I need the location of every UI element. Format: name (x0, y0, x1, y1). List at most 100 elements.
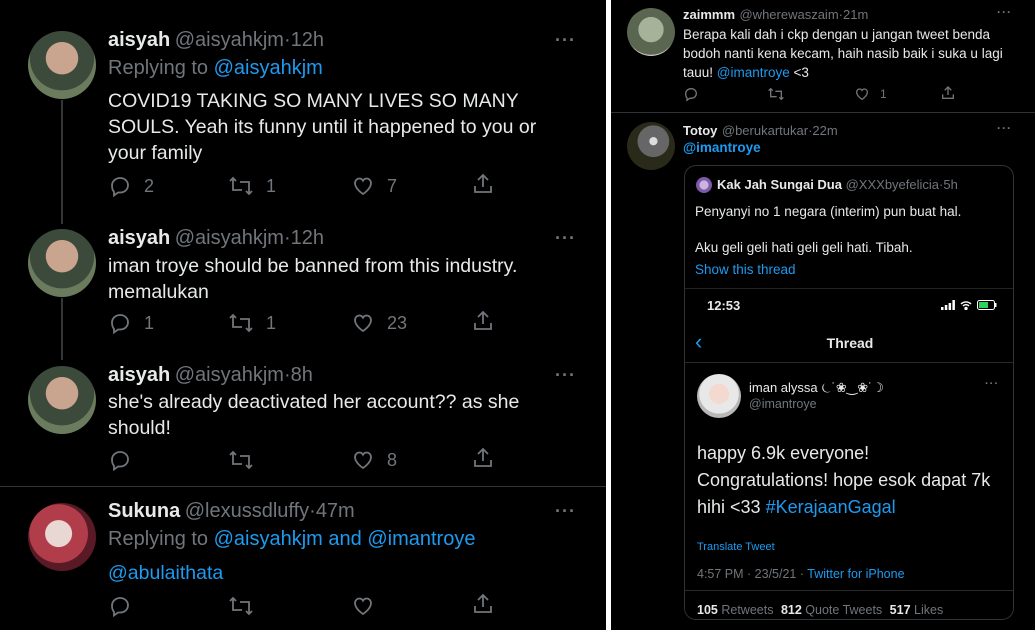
tweet-time[interactable]: 8h (291, 364, 313, 386)
user-handle[interactable]: @aisyahkjm (175, 29, 284, 51)
mention-link[interactable]: @abulaithata (108, 560, 223, 586)
share-icon (942, 86, 954, 99)
quoted-tweet[interactable]: Kak Jah Sungai Dua @XXXbyefelicia·5h Pen… (684, 165, 1014, 620)
more-options-icon[interactable]: ··· (985, 378, 999, 390)
share-button[interactable] (940, 85, 956, 101)
reply-button[interactable] (108, 594, 132, 618)
like-button[interactable]: 1 (854, 86, 887, 102)
tweet[interactable]: zaimmm @wherewaszaim·21m ··· Berapa kali… (611, 0, 1035, 112)
reply-button[interactable]: 1 (108, 311, 154, 335)
share-button[interactable] (471, 592, 495, 616)
avatar[interactable] (697, 374, 741, 418)
mention-link[interactable]: @imantroye (367, 528, 475, 550)
retweet-button[interactable] (228, 594, 254, 618)
display-name[interactable]: Sukuna (108, 500, 180, 522)
signal-icon (941, 300, 955, 310)
user-handle[interactable]: @aisyahkjm (175, 227, 284, 249)
hashtag-link[interactable]: #KerajaanGagal (766, 497, 896, 517)
reply-icon (111, 177, 129, 198)
tweet-time[interactable]: 5h (943, 177, 957, 192)
client-link[interactable]: Twitter for iPhone (807, 567, 904, 581)
retweet-button[interactable]: 1 (228, 174, 276, 198)
tweet-time[interactable]: 12h (291, 227, 324, 249)
reply-icon (111, 451, 129, 472)
more-options-icon[interactable]: ··· (555, 365, 576, 386)
retweet-button[interactable] (228, 448, 254, 472)
share-button[interactable] (471, 309, 495, 333)
tweet-time[interactable]: 22m (812, 123, 837, 138)
display-name[interactable]: aisyah (108, 227, 170, 249)
reply-button[interactable] (108, 448, 132, 472)
retweet-button[interactable] (767, 86, 785, 102)
retweet-count: 1 (266, 312, 277, 333)
more-options-icon[interactable]: ··· (997, 5, 1012, 19)
display-name[interactable]: aisyah (108, 29, 170, 51)
wifi-icon (960, 301, 972, 310)
user-handle[interactable]: @berukartukar (722, 123, 808, 138)
avatar[interactable] (28, 31, 96, 99)
display-name[interactable]: iman alyssa ⏾˙❀‿❀˙☽ (749, 380, 884, 396)
tweet[interactable]: aisyah @aisyahkjm·8h ··· she's already d… (0, 362, 606, 486)
display-name[interactable]: zaimmm (683, 7, 735, 22)
translate-link[interactable]: Translate Tweet (697, 541, 775, 553)
tweet-time[interactable]: 21m (843, 7, 868, 22)
display-name[interactable]: Totoy (683, 123, 717, 138)
mention-link[interactable]: @aisyahkjm (214, 528, 323, 550)
heart-icon (855, 88, 869, 101)
reply-count: 2 (144, 175, 155, 196)
reply-icon (111, 597, 129, 618)
avatar[interactable] (627, 122, 675, 170)
more-options-icon[interactable]: ··· (555, 501, 576, 522)
reply-button[interactable]: 2 (108, 174, 154, 198)
avatar[interactable] (28, 229, 96, 297)
quoted-text-line: Penyanyi no 1 negara (interim) pun buat … (695, 204, 962, 219)
retweet-button[interactable]: 1 (228, 311, 276, 335)
more-options-icon[interactable]: ··· (555, 228, 576, 249)
mention-link[interactable]: @imantroye (717, 65, 790, 80)
tweet-time[interactable]: 12h (291, 29, 324, 51)
retweet-icon (229, 176, 253, 196)
user-handle[interactable]: @wherewaszaim (739, 7, 838, 22)
share-button[interactable] (471, 446, 495, 470)
avatar[interactable] (627, 8, 675, 56)
tweet-time[interactable]: 47m (316, 500, 355, 522)
mention-link[interactable]: @aisyahkjm (214, 57, 323, 79)
more-options-icon[interactable]: ··· (555, 30, 576, 51)
more-options-icon[interactable]: ··· (997, 121, 1012, 135)
avatar[interactable] (696, 177, 712, 193)
tweet[interactable]: aisyah @aisyahkjm·12h ··· iman troye sho… (0, 222, 606, 362)
retweet-icon (768, 87, 784, 101)
show-thread-link[interactable]: Show this thread (695, 262, 796, 277)
display-name[interactable]: aisyah (108, 364, 170, 386)
reply-context: Replying to @aisyahkjm and @imantroye (108, 528, 476, 550)
like-button[interactable]: 23 (351, 311, 407, 335)
user-handle[interactable]: @lexussdluffy (185, 500, 309, 522)
embedded-screenshot: 12:53 ‹ Thread iman alyssa ⏾˙❀‿❀˙☽ @iman… (685, 288, 1013, 619)
user-handle[interactable]: @imantroye (749, 397, 817, 411)
like-button[interactable]: 7 (351, 174, 397, 198)
tweet-text: iman troye should be banned from this in… (108, 255, 518, 303)
heart-icon (354, 177, 372, 196)
tweet[interactable]: aisyah @aisyahkjm·12h ··· Replying to @a… (0, 0, 606, 222)
like-count: 23 (387, 312, 408, 333)
status-clock: 12:53 (707, 298, 741, 313)
mention-link[interactable]: @imantroye (683, 140, 761, 155)
avatar[interactable] (28, 503, 96, 571)
display-name[interactable]: Kak Jah Sungai Dua (717, 177, 842, 192)
retweet-count: 1 (266, 175, 277, 196)
battery-icon (977, 300, 997, 310)
like-button[interactable] (351, 594, 375, 618)
like-count: 8 (387, 449, 398, 470)
like-count: 1 (880, 87, 887, 101)
user-handle[interactable]: @aisyahkjm (175, 364, 284, 386)
tweet-text: she's already deactivated her account?? … (108, 391, 520, 439)
share-button[interactable] (471, 172, 495, 196)
like-button[interactable]: 8 (351, 448, 397, 472)
reply-count: 1 (144, 312, 155, 333)
tweet[interactable]: Sukuna @lexussdluffy·47m ··· Replying to… (0, 487, 606, 630)
reply-button[interactable] (683, 86, 699, 102)
reply-icon (684, 87, 698, 102)
heart-icon (354, 451, 372, 470)
avatar[interactable] (28, 366, 96, 434)
user-handle[interactable]: @XXXbyefelicia (846, 177, 939, 192)
